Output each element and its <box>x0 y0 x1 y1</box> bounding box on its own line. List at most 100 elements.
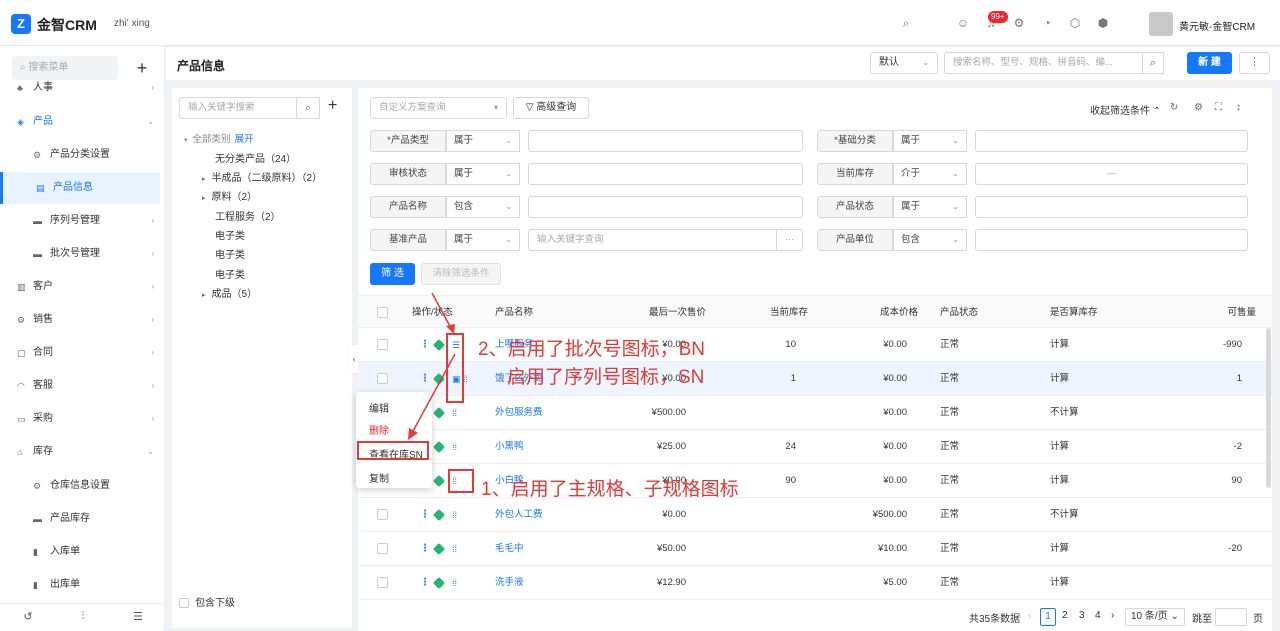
row-checkbox[interactable] <box>377 577 388 588</box>
filter-range-value[interactable]: — <box>975 163 1248 185</box>
select-all-checkbox[interactable] <box>377 307 388 318</box>
sidebar-item-customer[interactable]: ▥ 客户 › <box>0 271 160 303</box>
include-sub-checkbox[interactable]: 包含下级 <box>179 594 235 609</box>
filter-value[interactable] <box>528 196 803 218</box>
new-button[interactable]: 新 建 <box>1187 52 1232 74</box>
tree-root[interactable]: ▾ 全部类别 展开 <box>184 131 254 145</box>
search-icon[interactable]: ⌕ <box>897 14 915 32</box>
table-row[interactable]: ⋮ ⁞⁞ 毛毛中 ¥50.00 ¥10.00 正常 计算 -20 <box>358 532 1272 566</box>
sidebar-item-product-category[interactable]: ⚙ 产品分类设置 <box>0 139 160 171</box>
filter-button[interactable]: 筛 选 <box>370 263 415 285</box>
tree-node[interactable]: 无分类产品（24） <box>215 150 296 165</box>
sidebar-item-service[interactable]: ◠ 客服 › <box>0 370 160 402</box>
pie-chart-icon[interactable]: ◔ <box>1038 14 1056 32</box>
user-name[interactable]: 黄元敏-金智CRM <box>1179 18 1255 33</box>
sidebar-item-inbound[interactable]: ▮ 入库单 <box>0 536 160 568</box>
product-name-link[interactable]: 外包服务费 <box>495 396 543 430</box>
menu-edit[interactable]: 编辑 <box>369 400 389 415</box>
row-checkbox[interactable] <box>377 339 388 350</box>
sidebar-item-product-stock[interactable]: ▬ 产品库存 <box>0 503 160 535</box>
tree-node[interactable]: 电子类 <box>215 246 245 261</box>
sidebar-item-product-info[interactable]: ▤ 产品信息 <box>0 172 160 204</box>
page-2[interactable]: 2 <box>1062 610 1068 621</box>
base-product-input[interactable]: 输入关键字查询 <box>528 229 777 251</box>
filter-value[interactable] <box>975 130 1248 152</box>
history-icon[interactable]: ↺ <box>20 610 36 623</box>
next-page-icon[interactable]: › <box>1111 610 1114 621</box>
sidebar-item-purchase[interactable]: ▭ 采购 › <box>0 403 160 435</box>
contacts-icon[interactable]: ☺ <box>954 14 972 32</box>
expand-link[interactable]: 展开 <box>235 134 254 145</box>
tree-node[interactable]: 电子类 <box>215 266 245 281</box>
add-category-button[interactable]: + <box>328 97 337 115</box>
sidebar-item-sales[interactable]: ⚙ 销售 › <box>0 304 160 336</box>
filter-operator[interactable]: 属于 ⌄ <box>446 163 520 185</box>
row-more-icon[interactable]: ⋮ <box>420 498 430 532</box>
collapse-menu-icon[interactable]: ☰ <box>130 610 146 623</box>
sidebar-item-hr[interactable]: ♣ 人事 › <box>0 72 160 104</box>
row-checkbox[interactable] <box>377 509 388 520</box>
tree-search-input[interactable]: 输入关键字搜索 <box>179 97 297 119</box>
filter-operator[interactable]: 属于 ⌄ <box>446 229 520 251</box>
search-button[interactable]: ⌕ <box>1142 52 1164 74</box>
filter-operator[interactable]: 包含 ⌄ <box>893 229 967 251</box>
product-name-link[interactable]: 外包人工费 <box>495 498 543 532</box>
lookup-button[interactable]: ··· <box>776 229 803 251</box>
sidebar-item-outbound[interactable]: ▮ 出库单 <box>0 569 160 601</box>
tree-node[interactable]: 电子类 <box>215 227 245 242</box>
tree-node[interactable]: 工程服务（2） <box>215 208 281 223</box>
collapse-filter-link[interactable]: 收起筛选条件 ⌃ <box>1090 102 1161 117</box>
product-name-link[interactable]: 毛毛中 <box>495 532 524 566</box>
row-more-icon[interactable]: ⋮ <box>420 328 430 362</box>
spec-icon[interactable]: ⁞⁞ <box>452 532 457 566</box>
product-name-link[interactable]: 小黑鸭 <box>495 430 524 464</box>
filter-value[interactable] <box>975 196 1248 218</box>
sidebar-item-warehouse[interactable]: ⚙ 仓库信息设置 <box>0 470 160 502</box>
table-row[interactable]: ⋮ ▣ ⁞⁞ 饿了么外卖 ¥0.00 1 ¥0.00 正常 计算 1 <box>358 362 1272 396</box>
sidebar-item-inventory[interactable]: ⌂ 库存 ⌄ <box>0 436 160 468</box>
cube-outline-icon[interactable]: ⬢ <box>1094 14 1112 32</box>
row-more-icon[interactable]: ⋮ <box>420 362 430 396</box>
filter-operator[interactable]: 介于 ⌄ <box>893 163 967 185</box>
filter-value[interactable] <box>528 163 803 185</box>
view-select[interactable]: 默认 ⌄ <box>870 52 938 74</box>
spec-icon[interactable]: ⁞⁞ <box>452 430 457 464</box>
row-more-icon[interactable]: ⋮ <box>420 566 430 600</box>
filter-operator[interactable]: 属于 ⌄ <box>446 130 520 152</box>
clear-filter-button[interactable]: 清除筛选条件 <box>421 263 501 285</box>
tree-node[interactable]: ▸ 半成品（二级原料）（2） <box>202 169 322 184</box>
sidebar-item-contract[interactable]: ▢ 合同 › <box>0 337 160 369</box>
fullscreen-icon[interactable]: ⛶ <box>1215 102 1222 113</box>
spec-icon[interactable]: ⁞⁞ <box>452 566 457 600</box>
density-icon[interactable]: ↕ <box>1236 102 1241 113</box>
sidebar-item-serial[interactable]: ▬ 序列号管理 › <box>0 205 160 237</box>
filter-operator[interactable]: 属于 ⌄ <box>893 130 967 152</box>
settings-icon[interactable]: ⚙ <box>1194 102 1203 113</box>
row-checkbox[interactable] <box>377 373 388 384</box>
filter-operator[interactable]: 属于 ⌄ <box>893 196 967 218</box>
table-row[interactable]: ⋮⁞⁞外包服务费¥500.00¥0.00正常不计算 <box>358 396 1272 430</box>
page-size-select[interactable]: 10 条/页 ⌄ <box>1125 608 1185 626</box>
refresh-icon[interactable]: ↻ <box>1170 102 1178 113</box>
page-4[interactable]: 4 <box>1095 610 1101 621</box>
prev-page-icon[interactable]: ‹ <box>1028 610 1031 621</box>
page-1[interactable]: 1 <box>1040 608 1056 626</box>
search-icon[interactable]: ⌕ <box>296 97 320 119</box>
spec-icon[interactable]: ⁞⁞ <box>452 498 457 532</box>
sidebar-item-product[interactable]: ◈ 产品 ⌄ <box>0 106 160 138</box>
sidebar-item-batch[interactable]: ▬ 批次号管理 › <box>0 238 160 270</box>
sliders-icon[interactable]: ⫶ <box>75 610 91 623</box>
product-name-link[interactable]: 洗手液 <box>495 566 524 600</box>
filter-value[interactable] <box>975 229 1248 251</box>
menu-copy[interactable]: 复制 <box>369 470 389 485</box>
menu-delete[interactable]: 删除 <box>369 422 389 437</box>
more-button[interactable]: ⋮ <box>1239 52 1270 74</box>
product-search-input[interactable]: 搜索名称、型号、规格、拼音码、编... <box>944 52 1162 74</box>
table-row[interactable]: ⋮⁞⁞小黑鸭¥25.0024¥0.00正常计算-2 <box>358 430 1272 464</box>
tree-node[interactable]: ▸ 成品（5） <box>202 285 257 300</box>
filter-operator[interactable]: 包含 ⌄ <box>446 196 520 218</box>
table-row[interactable]: ⋮ ⁞⁞ 洗手液 ¥12.90 ¥5.00 正常 计算 <box>358 566 1272 600</box>
advanced-query-button[interactable]: ▽ 高级查询 <box>513 97 589 119</box>
shield-icon[interactable]: ⬡ <box>1066 14 1084 32</box>
table-scrollbar[interactable] <box>1266 328 1271 488</box>
